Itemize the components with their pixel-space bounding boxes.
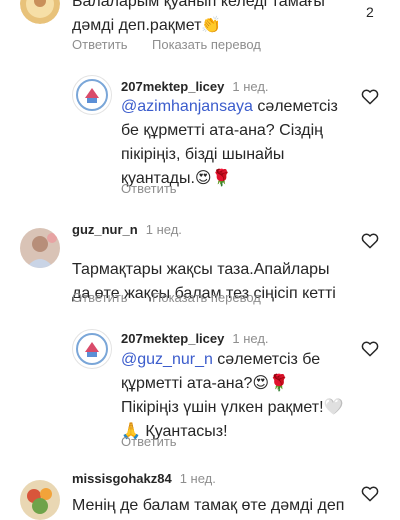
user-avatar[interactable] — [20, 0, 60, 24]
comment-username[interactable]: missisgohakz84 1 нед. — [72, 471, 216, 486]
like-heart-icon[interactable] — [361, 485, 379, 502]
reply-button[interactable]: Ответить — [72, 37, 128, 52]
reply-button[interactable]: Ответить — [72, 290, 128, 305]
comment-text: @azimhanjansaya сәлеметсіз бе құрметті а… — [121, 98, 338, 187]
school-logo-icon — [74, 331, 110, 367]
school-logo-icon — [74, 77, 110, 113]
comment-username[interactable]: 207mektep_licey 1 нед. — [121, 79, 269, 94]
comment-time: 1 нед. — [232, 79, 269, 94]
like-heart-icon[interactable] — [361, 340, 379, 357]
user-photo-avatar[interactable] — [20, 228, 60, 268]
reply-button[interactable]: Ответить — [121, 434, 177, 449]
comment-text: Балаларым қуанып келеді тамағы дәмді деп… — [72, 0, 325, 34]
show-translation-button[interactable]: Показать перевод — [152, 290, 261, 305]
comment-text: Менің де балам тамақ өте дәмді деп — [72, 497, 345, 514]
reply-button[interactable]: Ответить — [121, 181, 177, 196]
mention-link[interactable]: @guz_nur_n — [121, 351, 213, 368]
comment-time: 1 нед. — [179, 471, 216, 486]
like-heart-icon[interactable] — [361, 232, 379, 249]
comment-username[interactable]: guz_nur_n 1 нед. — [72, 222, 182, 237]
comment-text: @guz_nur_n сәлеметсіз бе құрметті ата-ан… — [121, 351, 344, 440]
like-heart-icon[interactable] — [361, 88, 379, 105]
comment-time: 1 нед. — [145, 222, 182, 237]
like-count: 2 — [366, 4, 374, 20]
school-logo-avatar[interactable] — [72, 75, 112, 115]
comment-username[interactable]: 207mektep_licey 1 нед. — [121, 331, 269, 346]
mention-link[interactable]: @azimhanjansaya — [121, 98, 253, 115]
school-logo-avatar[interactable] — [72, 329, 112, 369]
user-photo-avatar[interactable] — [20, 480, 60, 520]
show-translation-button[interactable]: Показать перевод — [152, 37, 261, 52]
comment-time: 1 нед. — [232, 331, 269, 346]
